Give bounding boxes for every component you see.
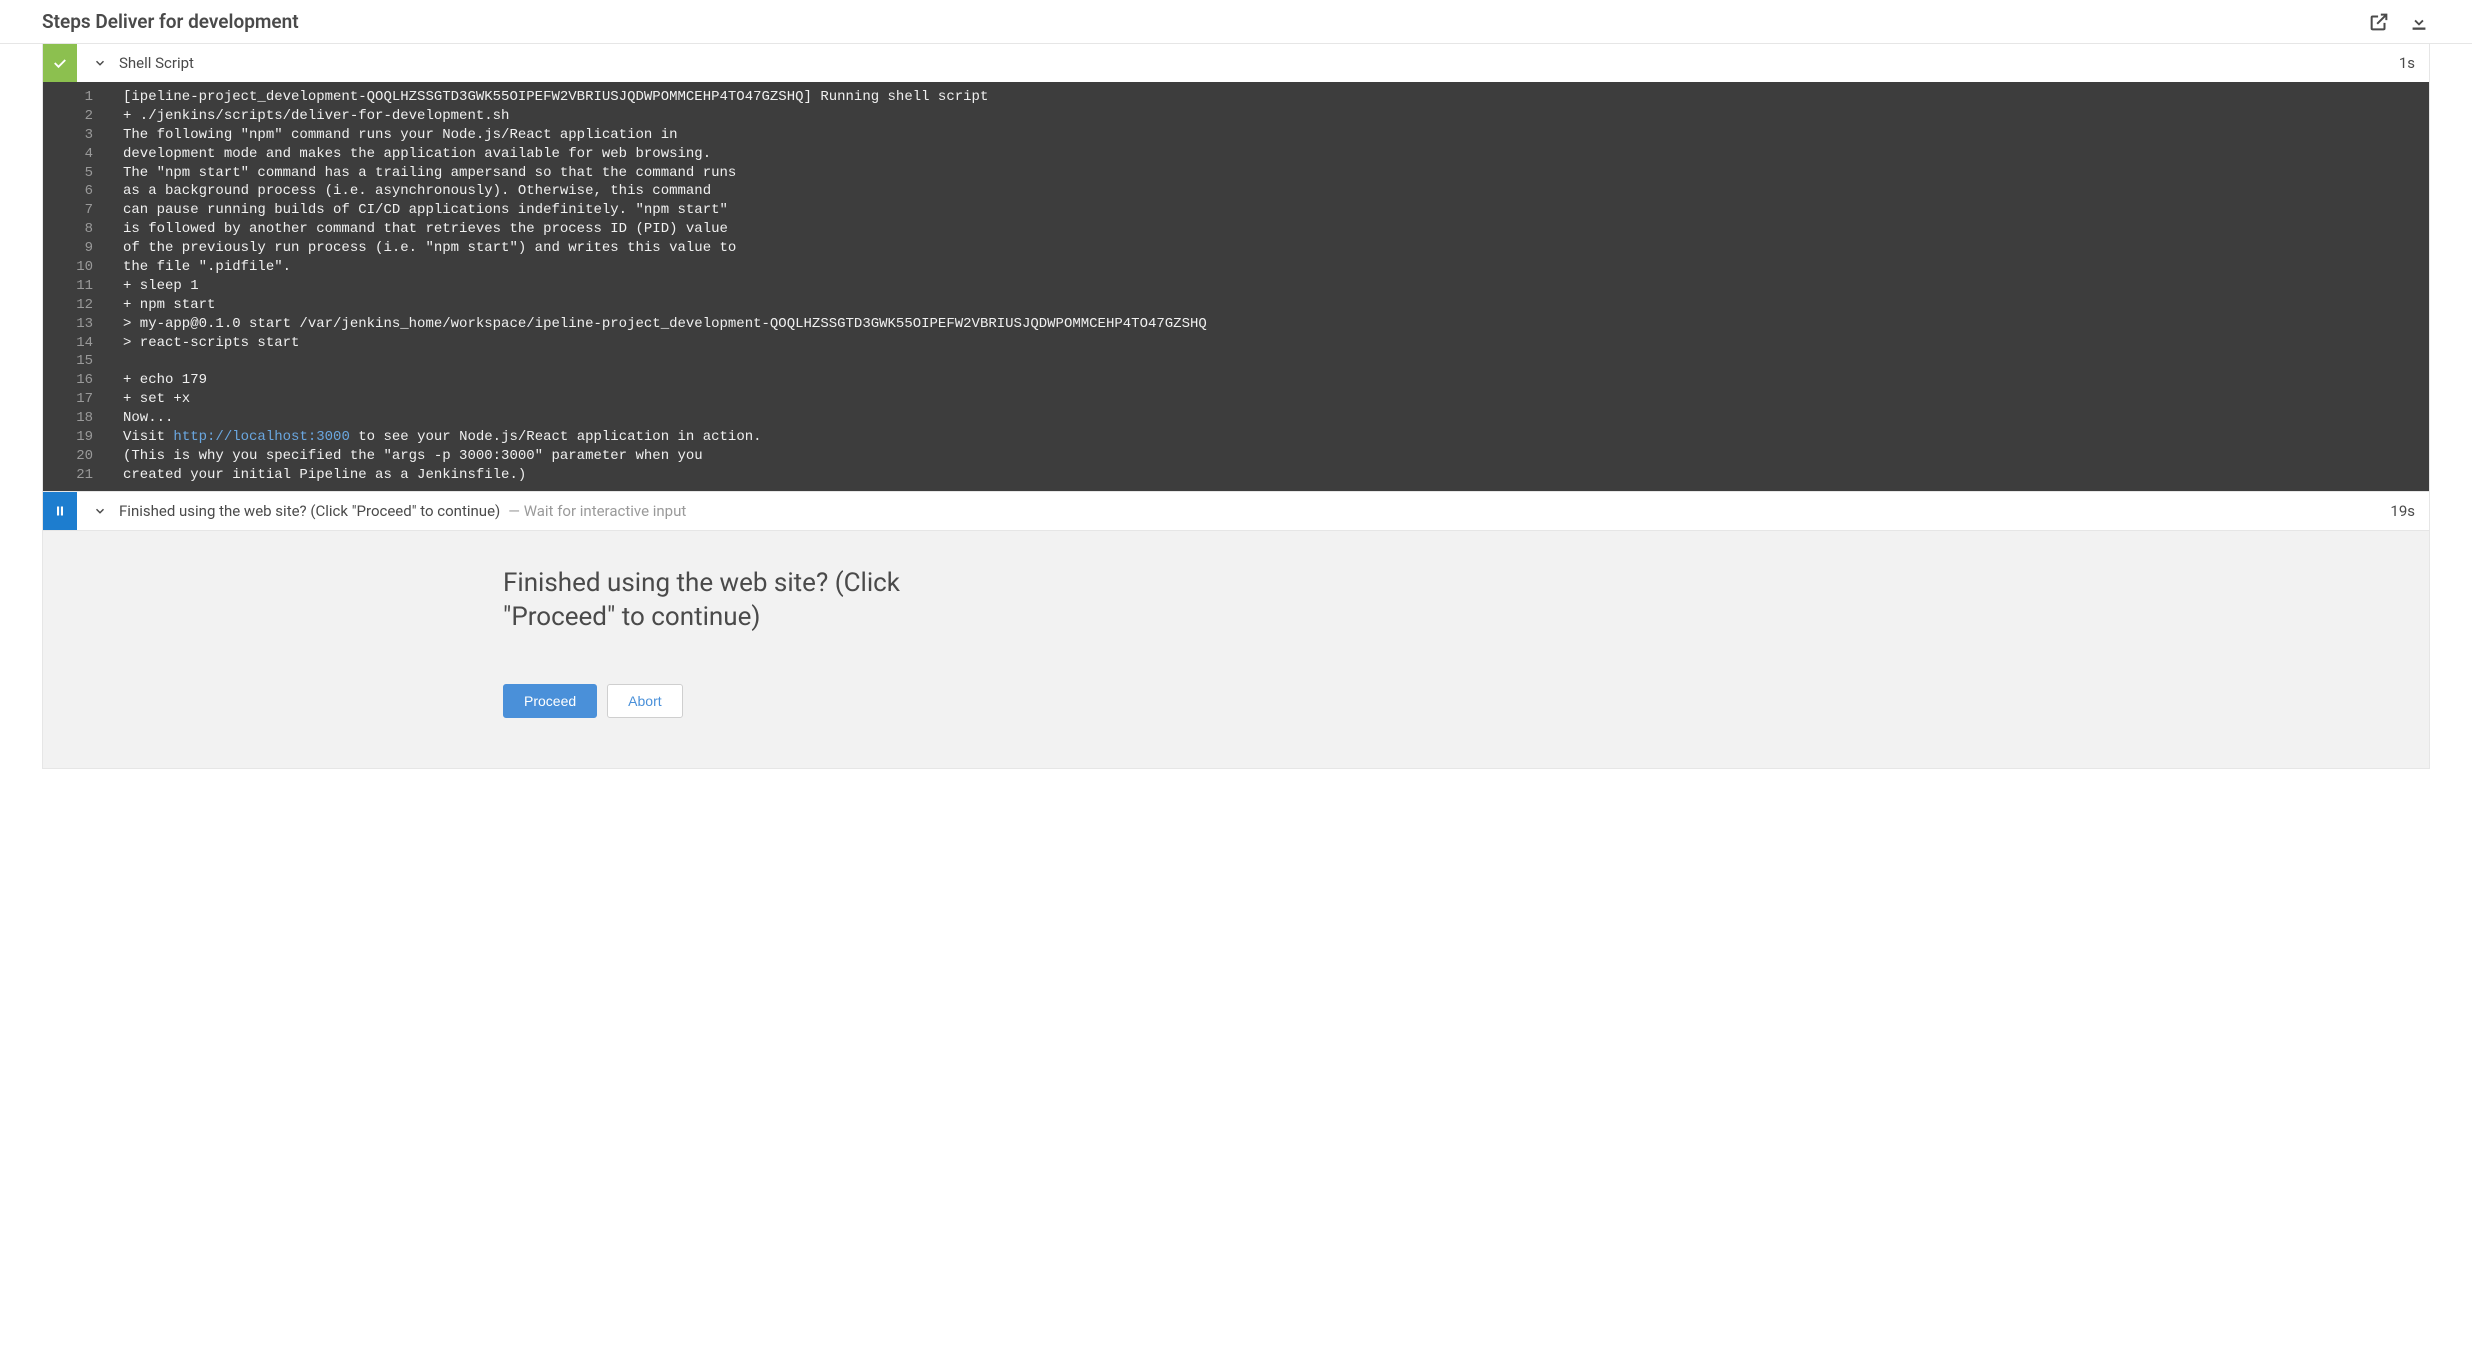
page-title: Steps Deliver for development (42, 10, 299, 33)
proceed-button[interactable]: Proceed (503, 684, 597, 718)
open-external-icon[interactable] (2368, 11, 2390, 33)
step-wait-input: Finished using the web site? (Click "Pro… (42, 492, 2430, 531)
line-number: 6 (43, 182, 123, 201)
console-line: 2+ ./jenkins/scripts/deliver-for-develop… (43, 107, 2429, 126)
step-title: Shell Script (119, 54, 194, 72)
console-line: 17+ set +x (43, 390, 2429, 409)
line-text: of the previously run process (i.e. "npm… (123, 239, 736, 258)
console-line: 12+ npm start (43, 296, 2429, 315)
console-line: 19Visit http://localhost:3000 to see you… (43, 428, 2429, 447)
console-line: 13> my-app@0.1.0 start /var/jenkins_home… (43, 315, 2429, 334)
console-line: 18Now... (43, 409, 2429, 428)
line-text: > react-scripts start (123, 334, 299, 353)
step-duration: 19s (2390, 502, 2429, 520)
line-text: [ipeline-project_development-QOQLHZSSGTD… (123, 88, 988, 107)
prompt-actions: Proceed Abort (503, 684, 943, 718)
line-number: 1 (43, 88, 123, 107)
line-number: 21 (43, 466, 123, 485)
line-text: can pause running builds of CI/CD applic… (123, 201, 728, 220)
chevron-down-icon (91, 56, 109, 70)
step-duration: 1s (2399, 54, 2429, 72)
console-line: 3The following "npm" command runs your N… (43, 126, 2429, 145)
line-number: 5 (43, 164, 123, 183)
page-header: Steps Deliver for development (0, 0, 2472, 44)
line-text: + ./jenkins/scripts/deliver-for-developm… (123, 107, 509, 126)
line-text: the file ".pidfile". (123, 258, 291, 277)
console-line: 6as a background process (i.e. asynchron… (43, 182, 2429, 201)
console-output: 1[ipeline-project_development-QOQLHZSSGT… (43, 82, 2429, 491)
abort-button[interactable]: Abort (607, 684, 682, 718)
header-actions (2368, 11, 2430, 33)
console-line: 20(This is why you specified the "args -… (43, 447, 2429, 466)
console-line: 16+ echo 179 (43, 371, 2429, 390)
line-text: is followed by another command that retr… (123, 220, 728, 239)
line-text: + set +x (123, 390, 190, 409)
line-text: Visit http://localhost:3000 to see your … (123, 428, 762, 447)
console-line: 1[ipeline-project_development-QOQLHZSSGT… (43, 88, 2429, 107)
prompt-message: Finished using the web site? (Click "Pro… (503, 567, 943, 635)
line-number: 9 (43, 239, 123, 258)
console-line: 15 (43, 352, 2429, 371)
line-number: 14 (43, 334, 123, 353)
line-text: > my-app@0.1.0 start /var/jenkins_home/w… (123, 315, 1207, 334)
line-text: The "npm start" command has a trailing a… (123, 164, 736, 183)
console-line: 9of the previously run process (i.e. "np… (43, 239, 2429, 258)
line-text: + npm start (123, 296, 215, 315)
status-success-icon (43, 44, 77, 82)
line-number: 4 (43, 145, 123, 164)
line-number: 10 (43, 258, 123, 277)
line-text: as a background process (i.e. asynchrono… (123, 182, 711, 201)
line-text: + echo 179 (123, 371, 207, 390)
console-line: 21created your initial Pipeline as a Jen… (43, 466, 2429, 485)
console-line: 11+ sleep 1 (43, 277, 2429, 296)
line-number: 15 (43, 352, 123, 371)
line-number: 8 (43, 220, 123, 239)
step-header[interactable]: Finished using the web site? (Click "Pro… (43, 492, 2429, 530)
chevron-down-icon (91, 504, 109, 518)
line-number: 2 (43, 107, 123, 126)
line-number: 16 (43, 371, 123, 390)
line-number: 20 (43, 447, 123, 466)
step-title: Finished using the web site? (Click "Pro… (119, 502, 500, 520)
console-line: 7can pause running builds of CI/CD appli… (43, 201, 2429, 220)
console-line: 10the file ".pidfile". (43, 258, 2429, 277)
line-text: (This is why you specified the "args -p … (123, 447, 703, 466)
line-text: + sleep 1 (123, 277, 199, 296)
line-number: 12 (43, 296, 123, 315)
line-number: 11 (43, 277, 123, 296)
console-line: 5The "npm start" command has a trailing … (43, 164, 2429, 183)
line-number: 3 (43, 126, 123, 145)
step-subtitle: — Wait for interactive input (508, 502, 686, 520)
line-text: created your initial Pipeline as a Jenki… (123, 466, 526, 485)
console-url-link[interactable]: http://localhost:3000 (173, 429, 349, 445)
line-number: 13 (43, 315, 123, 334)
console-line: 4development mode and makes the applicat… (43, 145, 2429, 164)
input-prompt-panel: Finished using the web site? (Click "Pro… (42, 531, 2430, 770)
line-text: The following "npm" command runs your No… (123, 126, 678, 145)
line-text: Now... (123, 409, 173, 428)
step-shell-script: Shell Script 1s 1[ipeline-project_develo… (42, 44, 2430, 492)
line-number: 18 (43, 409, 123, 428)
line-text: development mode and makes the applicati… (123, 145, 711, 164)
status-running-icon (43, 492, 77, 530)
line-number: 17 (43, 390, 123, 409)
console-line: 14> react-scripts start (43, 334, 2429, 353)
console-line: 8is followed by another command that ret… (43, 220, 2429, 239)
line-number: 7 (43, 201, 123, 220)
download-icon[interactable] (2408, 11, 2430, 33)
line-number: 19 (43, 428, 123, 447)
step-header[interactable]: Shell Script 1s (43, 44, 2429, 82)
